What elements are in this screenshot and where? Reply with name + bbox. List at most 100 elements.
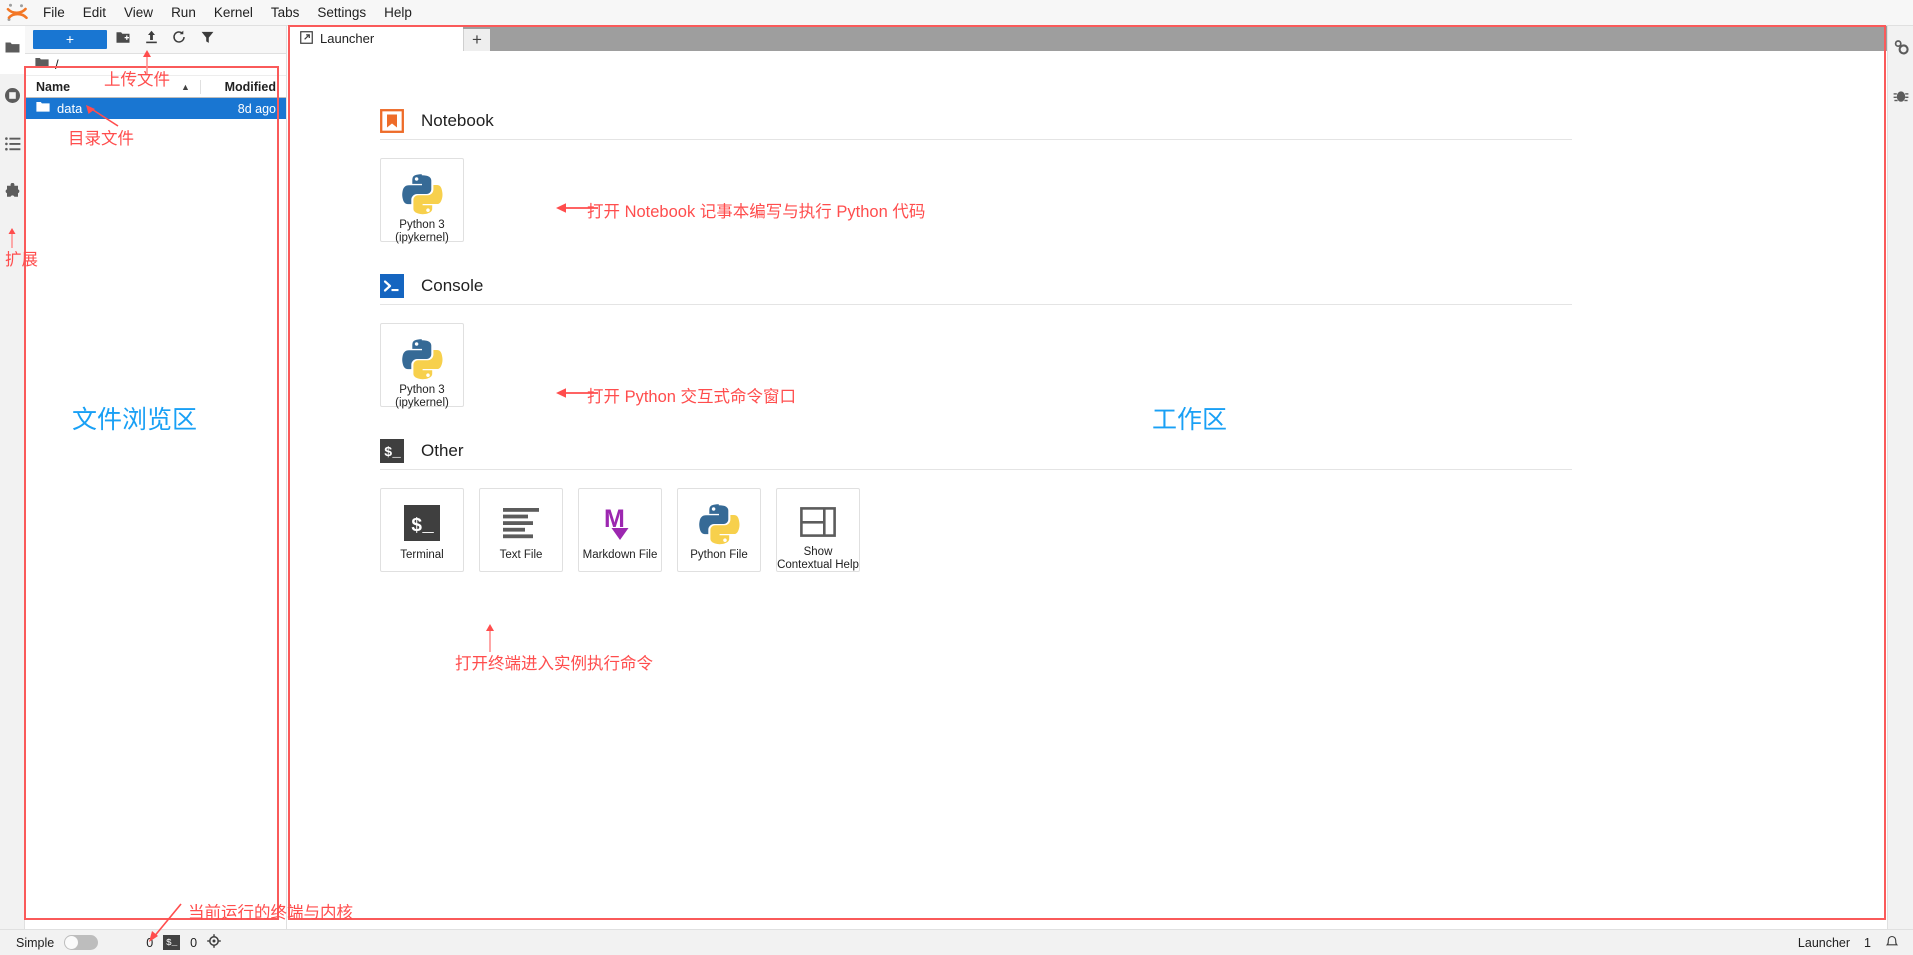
python-icon (400, 338, 444, 380)
file-list-header: Name ▲ Modified (25, 76, 286, 98)
launcher-card-label: Show Contextual Help (777, 546, 859, 571)
folder-icon (35, 57, 49, 72)
stop-circle-icon (4, 87, 21, 109)
launcher-card-python3-notebook[interactable]: Python 3 (ipykernel) (380, 158, 464, 244)
menu-help[interactable]: Help (375, 0, 421, 26)
file-browser-toolbar: + (25, 26, 286, 54)
svg-text:$_: $_ (384, 445, 401, 461)
launcher-card-python-file[interactable]: Python File (677, 488, 761, 572)
refresh-button[interactable] (167, 29, 191, 51)
launcher-panel: Notebook Python 3 (ipykernel) Console Pytho… (288, 51, 1887, 929)
puzzle-piece-icon (4, 182, 21, 205)
section-header: Notebook (380, 109, 1887, 133)
new-launcher-button[interactable]: + (33, 30, 107, 49)
caret-up-icon: ▲ (181, 81, 190, 92)
launcher-section-other: $_ Other $_ Terminal Text File M Markdown File… (380, 439, 1887, 572)
launcher-section-console: Console Python 3 (ipykernel) (380, 274, 1887, 409)
section-title: Console (421, 276, 484, 295)
menu-file[interactable]: File (34, 0, 74, 26)
launcher-card-label: Python 3 (ipykernel) (395, 219, 449, 244)
column-header-name[interactable]: Name (25, 80, 200, 94)
section-divider (380, 469, 1572, 470)
new-tab-button[interactable]: + (463, 29, 490, 51)
launcher-card-label: Python 3 (ipykernel) (395, 384, 449, 409)
section-header: $_ Other (380, 439, 1887, 463)
svg-text:$_: $_ (411, 515, 434, 537)
sidebar-item-table-of-contents[interactable] (0, 122, 25, 170)
new-folder-icon (116, 31, 131, 49)
terminal-prompt-icon: $_ (380, 439, 404, 463)
file-row-modified: 8d ago (237, 101, 276, 116)
jupyter-logo-icon (0, 0, 34, 26)
menu-settings[interactable]: Settings (308, 0, 375, 26)
file-row-name: data (25, 101, 200, 116)
breadcrumb-path: / (55, 57, 59, 72)
folder-icon (36, 101, 50, 116)
menu-edit[interactable]: Edit (74, 0, 115, 26)
bell-icon[interactable] (1885, 933, 1899, 952)
card-row: $_ Terminal Text File M Markdown File Python … (380, 488, 1887, 572)
file-browser-panel: + / Name ▲ Modified data 8d ago (25, 26, 287, 929)
terminal-count: 0 (190, 935, 198, 950)
launcher-icon (300, 30, 313, 47)
simple-mode-toggle[interactable] (64, 935, 99, 950)
main-dock-area: Launcher + Notebook Python 3 (ipykernel) C… (288, 26, 1887, 929)
launcher-card-label: Python File (690, 549, 748, 561)
launcher-card-python3-console[interactable]: Python 3 (ipykernel) (380, 323, 464, 409)
breadcrumb[interactable]: / (25, 54, 286, 76)
kernel-count: 0 (146, 935, 154, 950)
tab-bar: Launcher + (288, 26, 1887, 51)
tab-launcher[interactable]: Launcher (288, 26, 463, 51)
right-activity-bar (1887, 26, 1913, 929)
python-icon (400, 173, 444, 215)
terminal-chip-icon[interactable]: $_ (163, 935, 181, 950)
folder-icon (5, 41, 20, 59)
upload-icon (145, 30, 158, 49)
notification-count: 1 (1864, 935, 1871, 950)
status-bar: Simple 0 $_ 0 Launcher 1 (0, 929, 1913, 955)
launcher-card-terminal[interactable]: $_ Terminal (380, 488, 464, 572)
simple-mode-label: Simple (16, 935, 55, 950)
console-prompt-icon (380, 274, 404, 298)
list-icon (4, 136, 21, 156)
column-header-modified[interactable]: Modified (200, 79, 286, 94)
launcher-section-notebook: Notebook Python 3 (ipykernel) (380, 109, 1887, 244)
launcher-card-label: Text File (499, 549, 543, 561)
contextual-help-icon (800, 503, 836, 540)
launcher-card-show-contextual-help[interactable]: Show Contextual Help (776, 488, 860, 572)
sidebar-item-property-inspector[interactable] (1888, 26, 1913, 74)
terminal-icon: $_ (404, 503, 440, 543)
upload-button[interactable] (139, 29, 163, 51)
section-title: Other (421, 441, 464, 460)
sidebar-item-running-terminals-kernels[interactable] (0, 74, 25, 122)
section-divider (380, 139, 1572, 140)
sidebar-item-file-browser[interactable] (0, 26, 25, 74)
kernel-gear-icon[interactable] (207, 934, 221, 951)
launcher-card-markdown-file[interactable]: M Markdown File (578, 488, 662, 572)
markdown-icon: M (603, 503, 637, 543)
launcher-card-label: Markdown File (582, 549, 658, 561)
text-lines-icon (502, 503, 540, 543)
new-folder-button[interactable] (111, 29, 135, 51)
section-header: Console (380, 274, 1887, 298)
menu-view[interactable]: View (115, 0, 162, 26)
card-row: Python 3 (ipykernel) (380, 323, 1887, 409)
filter-icon (201, 31, 214, 49)
menu-bar: File Edit View Run Kernel Tabs Settings Help (0, 0, 1913, 26)
menu-kernel[interactable]: Kernel (205, 0, 262, 26)
sidebar-item-debugger[interactable] (1888, 74, 1913, 122)
launcher-card-label: Terminal (400, 549, 444, 561)
section-divider (380, 304, 1572, 305)
bug-icon (1893, 88, 1909, 109)
launcher-card-text-file[interactable]: Text File (479, 488, 563, 572)
list-item[interactable]: data 8d ago (25, 98, 286, 119)
notebook-bookmark-icon (380, 109, 404, 133)
tab-label: Launcher (320, 31, 375, 46)
menu-run[interactable]: Run (162, 0, 205, 26)
python-icon (697, 503, 741, 545)
menu-tabs[interactable]: Tabs (262, 0, 309, 26)
active-tab-name: Launcher (1797, 935, 1851, 950)
filter-button[interactable] (195, 29, 219, 51)
sidebar-item-extension-manager[interactable] (0, 170, 25, 218)
left-activity-bar (0, 26, 25, 929)
